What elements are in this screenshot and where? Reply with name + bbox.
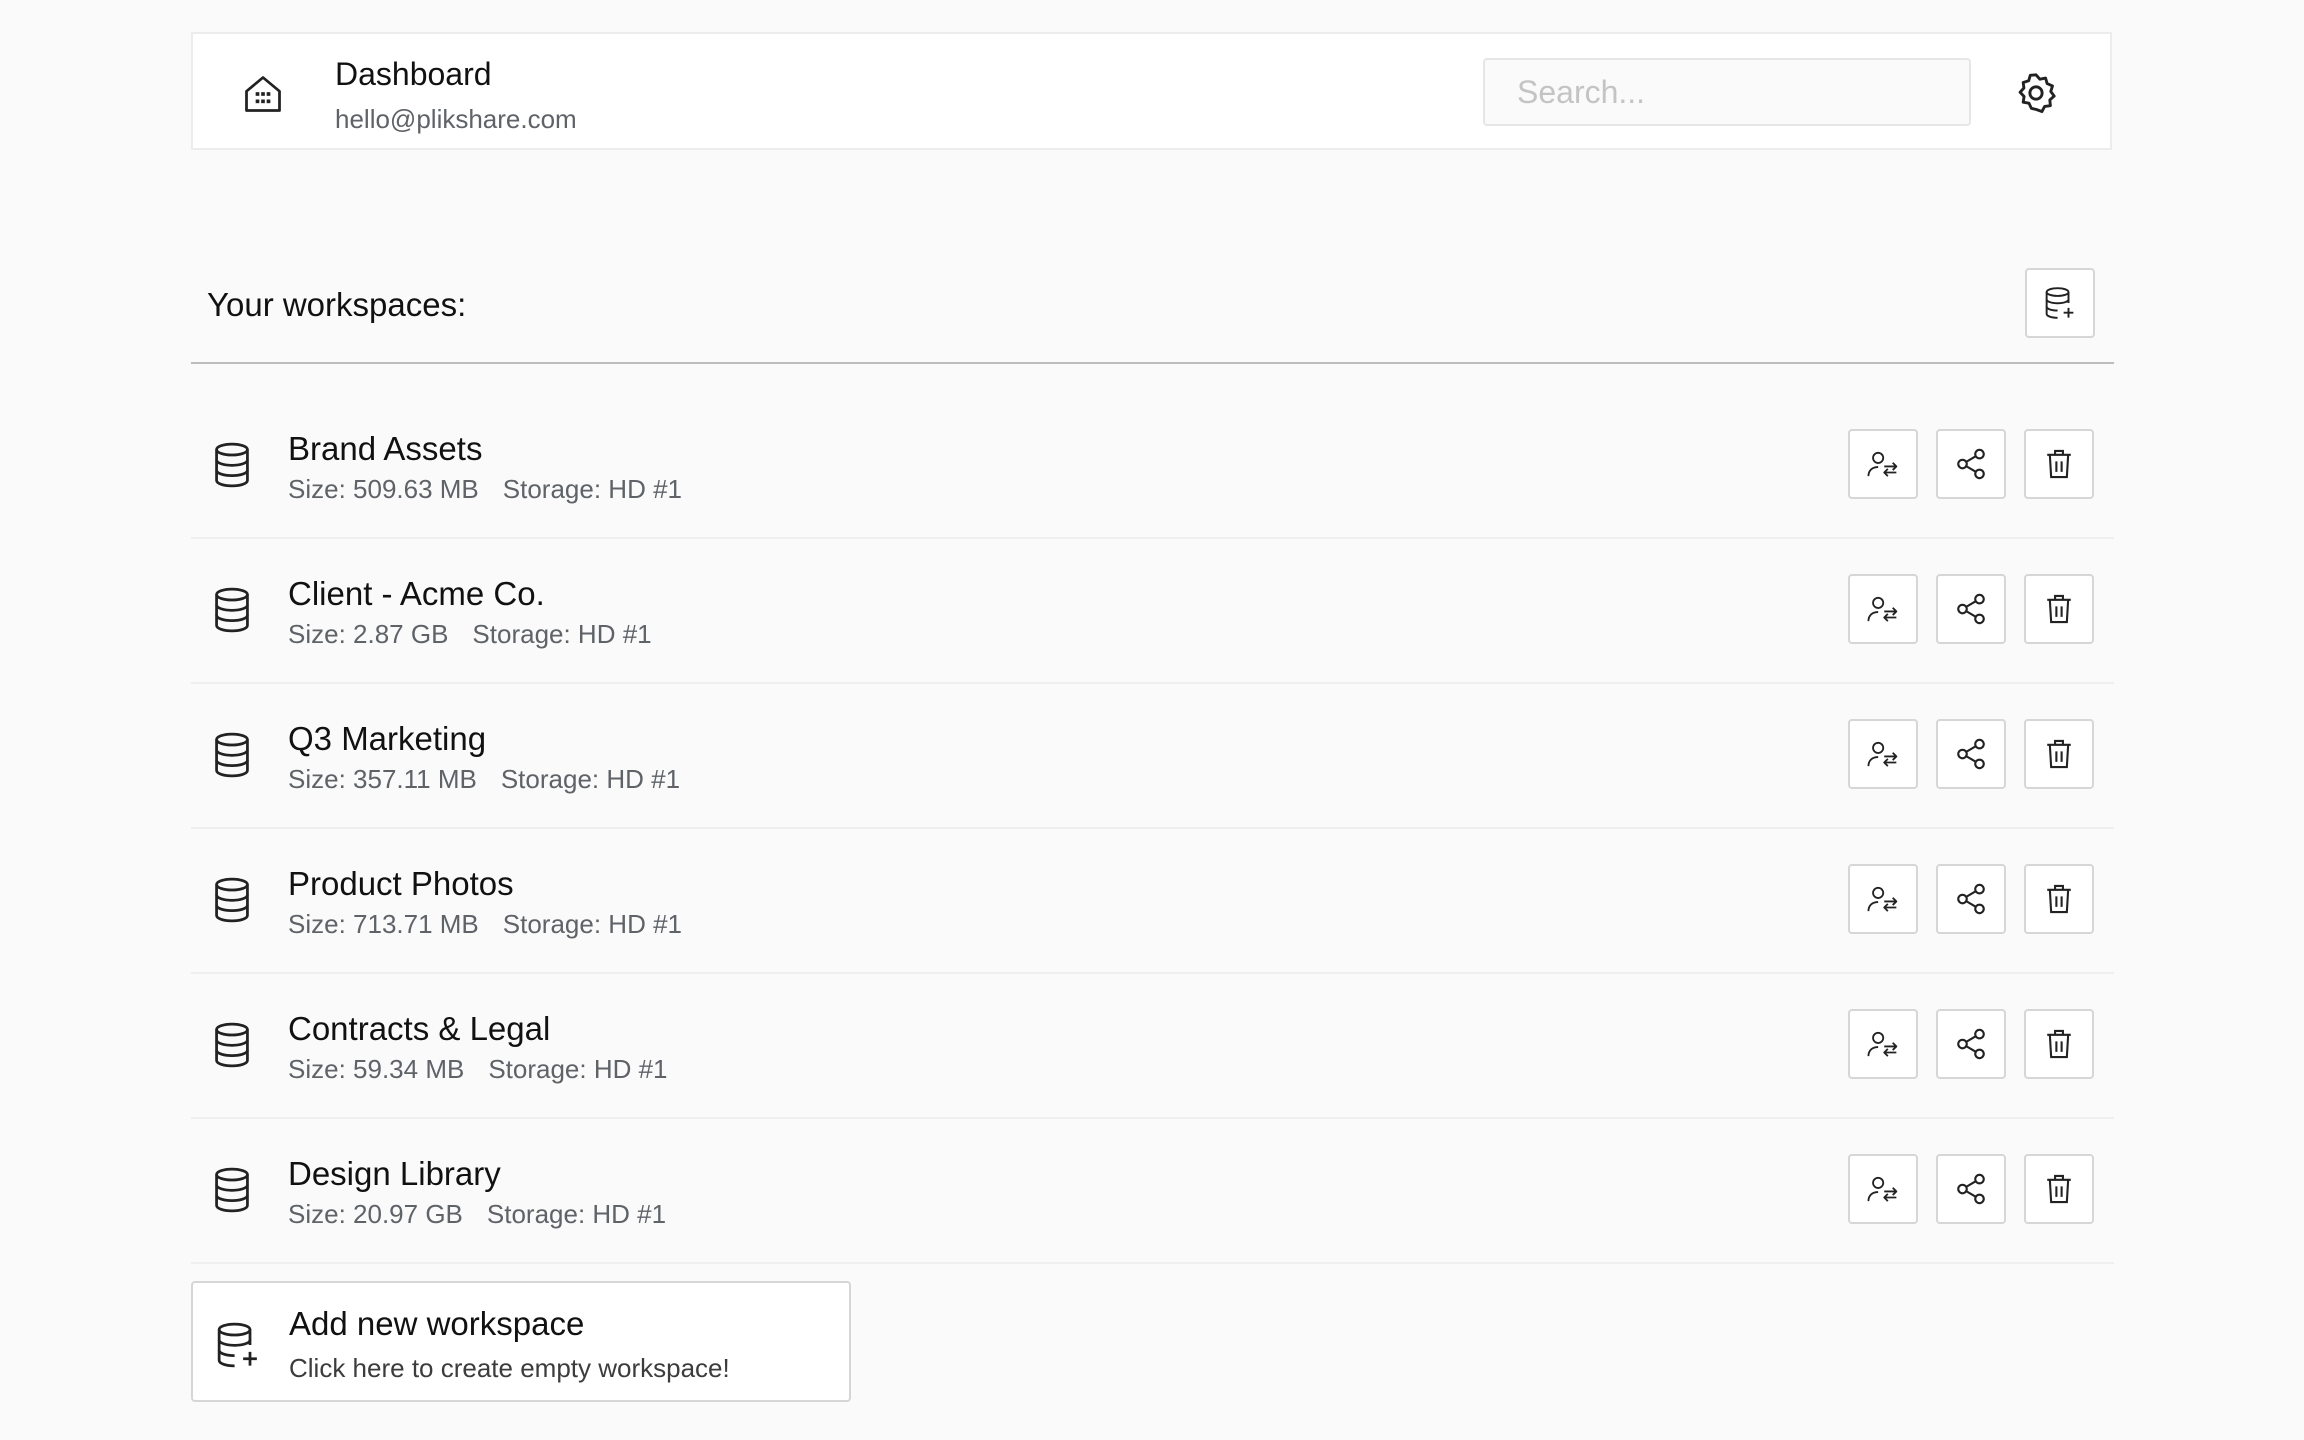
workspace-row[interactable]: Product Photos Size: 713.71 MB Storage: H… — [191, 829, 2114, 974]
workspace-storage: Storage: HD #1 — [500, 764, 681, 794]
delete-button[interactable] — [2024, 1009, 2094, 1079]
workspace-meta: Size: 357.11 MB Storage: HD #1 — [288, 764, 680, 795]
share-icon — [1954, 882, 1988, 916]
workspace-storage: Storage: HD #1 — [502, 909, 682, 939]
transfer-owner-button[interactable] — [1848, 1154, 1918, 1224]
share-button[interactable] — [1936, 1154, 2006, 1224]
database-icon — [211, 1021, 253, 1069]
trash-icon — [2042, 882, 2076, 916]
database-plus-icon — [215, 1321, 261, 1369]
page-title: Dashboard — [335, 56, 492, 92]
workspace-name[interactable]: Q3 Marketing — [288, 720, 486, 758]
workspace-row[interactable]: Contracts & Legal Size: 59.34 MB Storage:… — [191, 974, 2114, 1119]
gear-icon[interactable] — [2013, 70, 2059, 116]
workspace-storage: Storage: HD #1 — [472, 619, 652, 649]
workspace-meta: Size: 2.87 GB Storage: HD #1 — [288, 619, 652, 650]
workspace-list: Brand Assets Size: 509.63 MB Storage: HD … — [191, 394, 2114, 1264]
workspace-storage: Storage: HD #1 — [486, 1199, 667, 1229]
workspace-row[interactable]: Brand Assets Size: 509.63 MB Storage: HD … — [191, 394, 2114, 539]
trash-icon — [2042, 447, 2076, 481]
workspace-name[interactable]: Contracts & Legal — [288, 1010, 550, 1048]
user-swap-icon — [1866, 737, 1900, 771]
user-swap-icon — [1866, 447, 1900, 481]
add-workspace-title: Add new workspace — [289, 1305, 585, 1342]
user-swap-icon — [1866, 592, 1900, 626]
workspace-meta: Size: 509.63 MB Storage: HD #1 — [288, 474, 682, 505]
transfer-owner-button[interactable] — [1848, 719, 1918, 789]
share-icon — [1954, 1027, 1988, 1061]
database-icon — [211, 731, 253, 779]
delete-button[interactable] — [2024, 1154, 2094, 1224]
transfer-owner-button[interactable] — [1848, 1009, 1918, 1079]
workspaces-header: Your workspaces: — [191, 266, 2114, 364]
share-button[interactable] — [1936, 1009, 2006, 1079]
database-icon — [211, 876, 253, 924]
workspace-row[interactable]: Client - Acme Co. Size: 2.87 GB Storage: … — [191, 539, 2114, 684]
user-swap-icon — [1866, 1172, 1900, 1206]
workspace-meta: Size: 20.97 GB Storage: HD #1 — [288, 1199, 666, 1230]
user-swap-icon — [1866, 1027, 1900, 1061]
share-button[interactable] — [1936, 429, 2006, 499]
workspace-size: Size: 59.34 MB — [288, 1054, 465, 1084]
workspace-name[interactable]: Client - Acme Co. — [288, 575, 545, 613]
trash-icon — [2042, 737, 2076, 771]
workspace-size: Size: 509.63 MB — [288, 474, 479, 504]
add-workspace-button[interactable] — [2025, 268, 2095, 338]
transfer-owner-button[interactable] — [1848, 574, 1918, 644]
database-icon — [211, 441, 253, 489]
workspace-meta: Size: 713.71 MB Storage: HD #1 — [288, 909, 682, 940]
delete-button[interactable] — [2024, 864, 2094, 934]
workspace-row[interactable]: Design Library Size: 20.97 GB Storage: HD… — [191, 1119, 2114, 1264]
workspace-name[interactable]: Product Photos — [288, 865, 514, 903]
workspace-storage: Storage: HD #1 — [502, 474, 682, 504]
section-title: Your workspaces: — [207, 286, 467, 323]
workspace-name[interactable]: Design Library — [288, 1155, 501, 1193]
user-swap-icon — [1866, 882, 1900, 916]
trash-icon — [2042, 1172, 2076, 1206]
delete-button[interactable] — [2024, 574, 2094, 644]
share-button[interactable] — [1936, 574, 2006, 644]
workspace-meta: Size: 59.34 MB Storage: HD #1 — [288, 1054, 668, 1085]
workspace-size: Size: 357.11 MB — [288, 764, 477, 794]
workspace-row[interactable]: Q3 Marketing Size: 357.11 MB Storage: HD … — [191, 684, 2114, 829]
share-icon — [1954, 1172, 1988, 1206]
transfer-owner-button[interactable] — [1848, 429, 1918, 499]
workspace-storage: Storage: HD #1 — [488, 1054, 668, 1084]
share-button[interactable] — [1936, 719, 2006, 789]
delete-button[interactable] — [2024, 429, 2094, 499]
share-icon — [1954, 737, 1988, 771]
database-icon — [211, 586, 253, 634]
workspace-name[interactable]: Brand Assets — [288, 430, 482, 468]
transfer-owner-button[interactable] — [1848, 864, 1918, 934]
delete-button[interactable] — [2024, 719, 2094, 789]
share-icon — [1954, 447, 1988, 481]
share-icon — [1954, 592, 1988, 626]
database-plus-icon — [2043, 286, 2077, 320]
database-icon — [211, 1166, 253, 1214]
trash-icon — [2042, 592, 2076, 626]
trash-icon — [2042, 1027, 2076, 1061]
workspace-size: Size: 2.87 GB — [288, 619, 449, 649]
search-input[interactable] — [1483, 58, 1971, 126]
add-workspace-subtitle: Click here to create empty workspace! — [289, 1353, 730, 1383]
workspace-size: Size: 20.97 GB — [288, 1199, 463, 1229]
add-workspace-card[interactable]: Add new workspace Click here to create e… — [191, 1281, 851, 1402]
top-header: Dashboard hello@plikshare.com — [191, 32, 2112, 150]
workspace-size: Size: 713.71 MB — [288, 909, 479, 939]
home-icon[interactable] — [241, 72, 285, 116]
share-button[interactable] — [1936, 864, 2006, 934]
user-email: hello@plikshare.com — [335, 104, 577, 134]
